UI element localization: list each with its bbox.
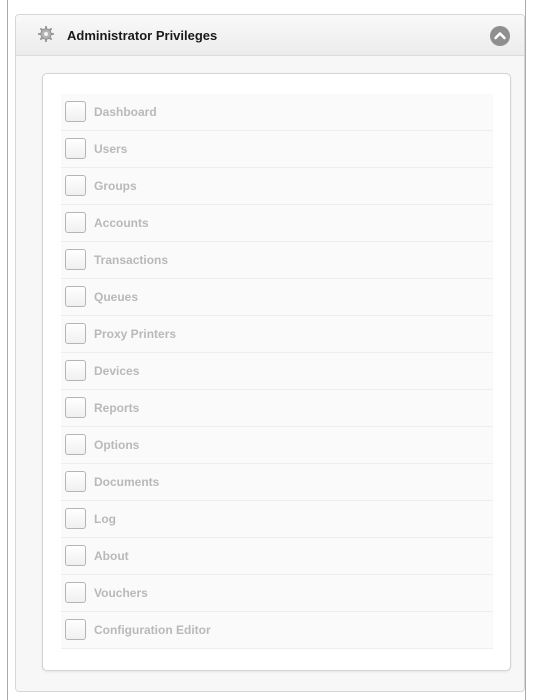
privilege-checkbox[interactable] bbox=[65, 286, 86, 307]
privilege-label: Log bbox=[94, 512, 116, 526]
panel-title: Administrator Privileges bbox=[67, 28, 218, 43]
chevron-up-icon bbox=[494, 32, 506, 40]
privilege-checkbox[interactable] bbox=[65, 360, 86, 381]
privilege-row-documents[interactable]: Documents bbox=[61, 464, 493, 501]
privilege-row-transactions[interactable]: Transactions bbox=[61, 242, 493, 279]
privilege-label: Configuration Editor bbox=[94, 623, 211, 637]
privilege-checkbox[interactable] bbox=[65, 138, 86, 159]
privilege-row-reports[interactable]: Reports bbox=[61, 390, 493, 427]
privilege-label: Queues bbox=[94, 290, 139, 304]
privilege-row-groups[interactable]: Groups bbox=[61, 168, 493, 205]
admin-privileges-panel: Administrator Privileges Dashboard Users G… bbox=[15, 14, 525, 692]
privilege-label: Reports bbox=[94, 401, 140, 415]
privilege-label: Devices bbox=[94, 364, 140, 378]
privilege-row-dashboard[interactable]: Dashboard bbox=[61, 94, 493, 131]
privilege-row-queues[interactable]: Queues bbox=[61, 279, 493, 316]
privilege-row-vouchers[interactable]: Vouchers bbox=[61, 575, 493, 612]
privilege-checkbox[interactable] bbox=[65, 249, 86, 270]
privilege-checkbox[interactable] bbox=[65, 434, 86, 455]
privilege-label: Options bbox=[94, 438, 140, 452]
privilege-checkbox[interactable] bbox=[65, 619, 86, 640]
privilege-checkbox[interactable] bbox=[65, 397, 86, 418]
privilege-row-proxy-printers[interactable]: Proxy Printers bbox=[61, 316, 493, 353]
privilege-checkbox[interactable] bbox=[65, 508, 86, 529]
privilege-row-devices[interactable]: Devices bbox=[61, 353, 493, 390]
privilege-checkbox[interactable] bbox=[65, 545, 86, 566]
privilege-label: Dashboard bbox=[94, 105, 157, 119]
privileges-list: Dashboard Users Groups Accounts Transactions… bbox=[61, 94, 493, 649]
privilege-row-configuration-editor[interactable]: Configuration Editor bbox=[61, 612, 493, 649]
privilege-checkbox[interactable] bbox=[65, 582, 86, 603]
privilege-label: Proxy Printers bbox=[94, 327, 177, 341]
privilege-label: About bbox=[94, 549, 129, 563]
privileges-box: Dashboard Users Groups Accounts Transactions… bbox=[42, 73, 511, 671]
privilege-row-about[interactable]: About bbox=[61, 538, 493, 575]
gear-icon bbox=[38, 26, 54, 42]
privilege-row-log[interactable]: Log bbox=[61, 501, 493, 538]
privilege-label: Users bbox=[94, 142, 128, 156]
privilege-checkbox[interactable] bbox=[65, 323, 86, 344]
privilege-label: Accounts bbox=[94, 216, 149, 230]
privilege-row-users[interactable]: Users bbox=[61, 131, 493, 168]
panel-body: Dashboard Users Groups Accounts Transactions… bbox=[16, 56, 524, 691]
privilege-checkbox[interactable] bbox=[65, 101, 86, 122]
privilege-label: Groups bbox=[94, 179, 137, 193]
privilege-checkbox[interactable] bbox=[65, 175, 86, 196]
privilege-row-accounts[interactable]: Accounts bbox=[61, 205, 493, 242]
privilege-checkbox[interactable] bbox=[65, 212, 86, 233]
collapse-button[interactable] bbox=[490, 26, 510, 46]
privilege-label: Documents bbox=[94, 475, 160, 489]
privilege-checkbox[interactable] bbox=[65, 471, 86, 492]
privilege-label: Transactions bbox=[94, 253, 169, 267]
privilege-label: Vouchers bbox=[94, 586, 148, 600]
panel-header[interactable]: Administrator Privileges bbox=[16, 15, 524, 56]
privilege-row-options[interactable]: Options bbox=[61, 427, 493, 464]
